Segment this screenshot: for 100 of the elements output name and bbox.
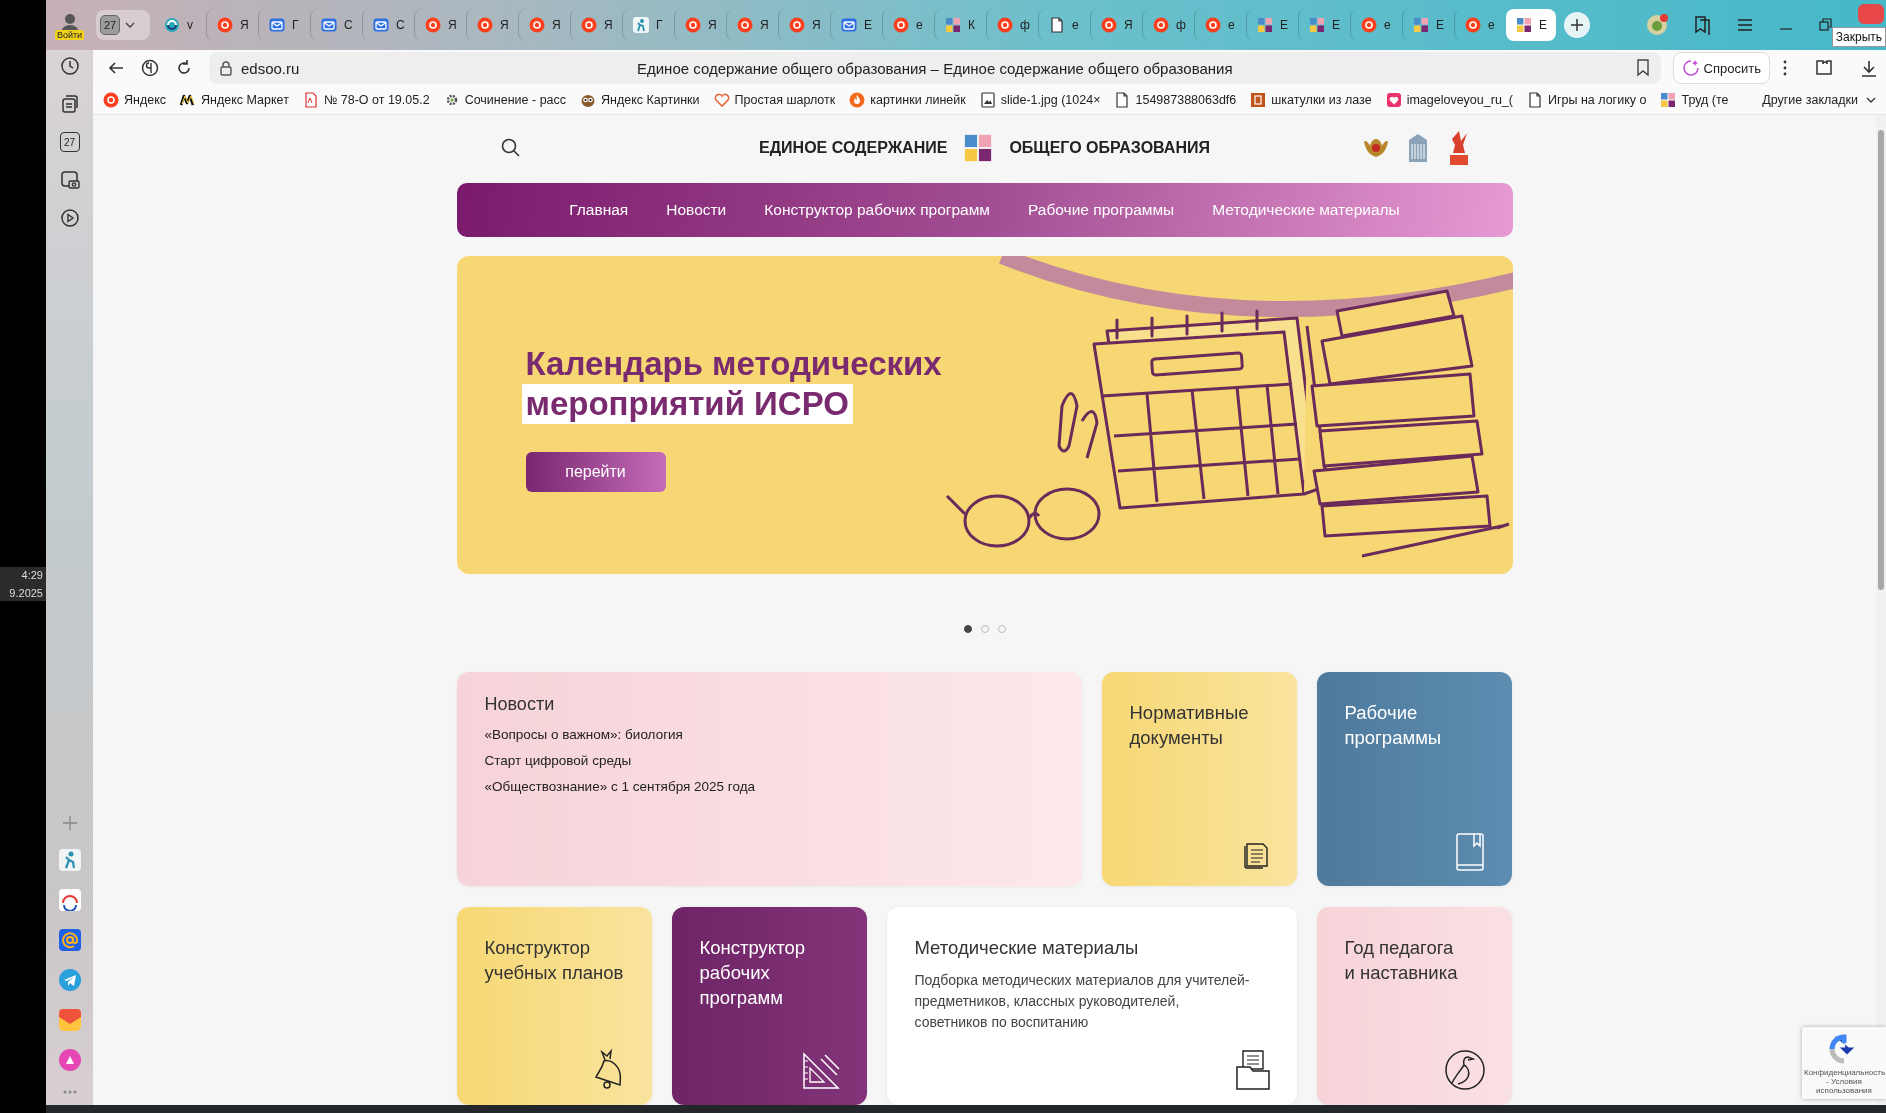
browser-tab[interactable]: Я	[466, 9, 518, 41]
menu-link[interactable]: Главная	[569, 201, 629, 219]
bookmark-link[interactable]: imageloveyou_ru_(	[1385, 92, 1513, 108]
history-icon[interactable]	[59, 56, 80, 76]
calendar-button[interactable]: 27	[59, 132, 80, 152]
bookmark-link[interactable]: Сочинение - расс	[443, 92, 567, 108]
tab-group-button[interactable]: 27	[96, 10, 150, 40]
browser-tab[interactable]: ф	[986, 9, 1038, 41]
news-link[interactable]: «Вопросы о важном»: биология	[484, 727, 683, 742]
envelope-icon	[321, 17, 337, 33]
browser-tab[interactable]: К	[934, 9, 986, 41]
browser-tab[interactable]: Я	[778, 9, 830, 41]
search-icon[interactable]	[500, 138, 521, 158]
plus-icon	[1570, 18, 1584, 32]
bookmark-link[interactable]: Яндекс	[103, 92, 167, 108]
figure-icon[interactable]	[58, 849, 81, 871]
browser-tab[interactable]: е	[1454, 9, 1506, 41]
scrollbar-thumb[interactable]	[1878, 130, 1884, 590]
browser-tab[interactable]: е	[882, 9, 934, 41]
banner-title: мероприятий ИСРО	[521, 384, 853, 424]
menu-link[interactable]: Новости	[666, 201, 727, 219]
browser-tab[interactable]: Я	[206, 9, 258, 41]
browser-tab[interactable]: Я	[674, 9, 726, 41]
browser-tab[interactable]: Е	[1246, 9, 1298, 41]
card-title: Конструктор учебных планов	[484, 936, 624, 985]
browser-tab[interactable]: v	[154, 9, 206, 41]
bookmark-link[interactable]: Простая шарлотк	[713, 92, 836, 108]
round-logo-icon	[1465, 17, 1481, 33]
tooltip-label: Закрыть	[1831, 27, 1886, 47]
download-icon[interactable]	[1860, 59, 1878, 77]
envelope-icon	[373, 17, 389, 33]
app-logo-icon	[164, 17, 180, 33]
bookmark-link[interactable]: картинки линейк	[849, 92, 966, 108]
new-tab-button[interactable]	[1564, 12, 1590, 38]
browser-tab[interactable]: Я	[570, 9, 622, 41]
browser-tab[interactable]: Е	[1298, 9, 1350, 41]
tiles-logo-icon[interactable]	[963, 133, 994, 163]
bookmark-link[interactable]: 154987388063df6	[1114, 92, 1237, 108]
news-link[interactable]: «Обществознание» с 1 сентября 2025 года	[484, 779, 756, 794]
card-title: Нормативные документы	[1129, 701, 1249, 750]
news-heading[interactable]: Новости	[484, 694, 1054, 715]
bookmark-link[interactable]: Яндекс Маркет	[180, 92, 289, 108]
book-icon	[1453, 832, 1486, 872]
restore-icon[interactable]	[1818, 17, 1834, 33]
section-card[interactable]: Нормативные документы	[1101, 672, 1297, 886]
address-bar[interactable]: edsoo.ru Единое содержание общего образования – Единое содержание общего образования	[209, 52, 1661, 84]
document-icon	[1114, 92, 1131, 108]
round-emblem-icon[interactable]	[58, 889, 81, 911]
at-sign-icon[interactable]	[58, 929, 81, 951]
browser-tab[interactable]: С	[362, 9, 414, 41]
extensions-icon[interactable]	[1814, 58, 1834, 78]
browser-tab[interactable]: е	[1194, 9, 1246, 41]
browser-tab[interactable]: Е	[830, 9, 882, 41]
screenshot-icon[interactable]	[59, 170, 80, 190]
section-card[interactable]: Конструктор рабочих программ	[671, 907, 867, 1105]
bookmark-link[interactable]: Яндекс Картинки	[580, 92, 700, 108]
menu-link[interactable]: Конструктор рабочих программ	[764, 201, 990, 219]
browser-tab[interactable]: Я	[726, 9, 778, 41]
browser-tab[interactable]: Я	[518, 9, 570, 41]
round-logo-icon	[581, 17, 597, 33]
sign-in-label[interactable]: Войти	[54, 29, 85, 40]
ask-button[interactable]: Спросить	[1672, 52, 1770, 84]
reload-icon[interactable]	[175, 59, 193, 77]
section-card[interactable]: Рабочие программы	[1316, 672, 1512, 886]
section-card[interactable]: Методические материалы Подборка методических материалов для учителей-предметников, классных руководителей, советников по воспитанию	[886, 907, 1297, 1105]
avatar-icon[interactable]	[1646, 14, 1668, 36]
browser-tab[interactable]: Е	[1506, 9, 1556, 41]
browser-tab[interactable]: Г	[622, 9, 674, 41]
browser-tab[interactable]: Е	[1402, 9, 1454, 41]
bookmark-link[interactable]: Труд (те	[1660, 92, 1729, 108]
more-vertical-icon[interactable]	[1782, 59, 1788, 77]
browser-tab[interactable]: е	[1350, 9, 1402, 41]
browser-tab[interactable]: ф	[1142, 9, 1194, 41]
browser-logo-icon[interactable]	[141, 59, 159, 77]
browser-tab[interactable]: Г	[258, 9, 310, 41]
bookmark-link[interactable]: № 78-О от 19.05.2	[302, 92, 430, 108]
go-button[interactable]: перейти	[525, 452, 666, 492]
browser-tab[interactable]: е	[1038, 9, 1090, 41]
envelope-icon	[841, 17, 857, 33]
browser-tab[interactable]: Я	[414, 9, 466, 41]
menu-link[interactable]: Рабочие программы	[1028, 201, 1175, 219]
paper-plane-icon[interactable]	[58, 969, 81, 991]
play-icon[interactable]	[59, 208, 80, 228]
menu-icon[interactable]	[1736, 16, 1754, 34]
browser-tab[interactable]: Я	[1090, 9, 1142, 41]
browser-tab[interactable]: С	[310, 9, 362, 41]
tab-count: 27	[100, 15, 120, 35]
bookmarks-icon[interactable]	[1692, 15, 1712, 35]
system-clock[interactable]: 4:29 9.2025	[0, 567, 46, 601]
slide-dot[interactable]	[963, 625, 972, 633]
section-card[interactable]: Конструктор учебных планов	[456, 907, 652, 1105]
bookmark-link[interactable]: шкатулки из лазе	[1250, 92, 1372, 108]
section-card[interactable]: Год педагога и наставника	[1316, 907, 1512, 1105]
bookmark-link[interactable]: Игры на логику о	[1526, 92, 1647, 108]
collections-icon[interactable]	[59, 94, 80, 114]
news-link[interactable]: Старт цифровой среды	[484, 753, 632, 768]
round-assistant-icon[interactable]	[58, 1049, 81, 1071]
bookmark-link[interactable]: slide-1.jpg (1024×	[979, 92, 1101, 108]
other-bookmarks-button[interactable]: Другие закладки	[1762, 93, 1876, 107]
bookmark-icon[interactable]	[1634, 59, 1651, 77]
